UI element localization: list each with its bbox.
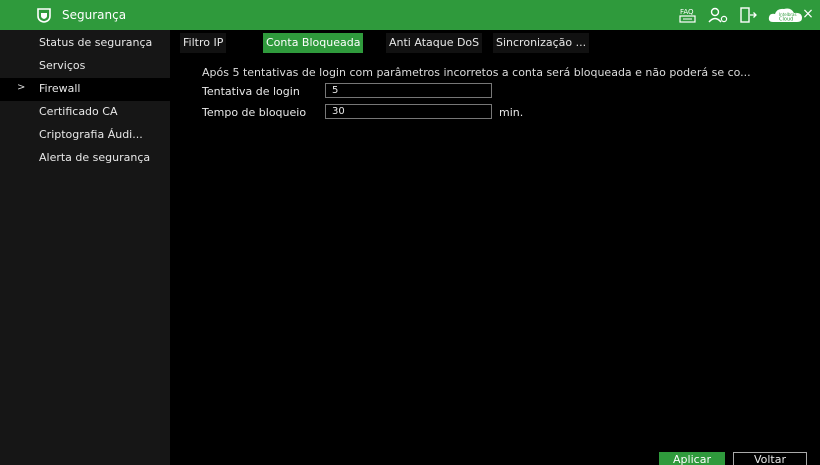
user-settings-icon[interactable]	[707, 6, 729, 24]
window-title: Segurança	[62, 8, 127, 22]
selected-marker: >	[17, 82, 26, 93]
faq-icon[interactable]: FAQ	[679, 6, 697, 24]
cloud-icon-text-bottom: Cloud	[779, 17, 793, 23]
login-attempts-label: Tentativa de login	[202, 85, 300, 98]
sidebar-item-criptografia-audio[interactable]: Criptografia Áudi...	[0, 124, 170, 147]
shield-icon	[37, 8, 51, 23]
sidebar-item-label: Alerta de segurança	[39, 151, 151, 164]
exit-icon[interactable]	[738, 6, 758, 24]
tab-sincronizacao[interactable]: Sincronização ...	[493, 33, 590, 53]
login-attempts-input[interactable]	[325, 83, 492, 98]
tab-conta-bloqueada[interactable]: Conta Bloqueada	[263, 33, 364, 53]
sidebar-item-label: Firewall	[39, 82, 81, 95]
sidebar: Status de segurança Serviços > Firewall …	[0, 30, 170, 465]
tab-anti-ataque-dos[interactable]: Anti Ataque DoS	[386, 33, 483, 53]
back-button[interactable]: Voltar	[733, 452, 807, 465]
lockout-notice: Após 5 tentativas de login com parâmetro…	[202, 66, 751, 79]
sidebar-item-alerta-de-seguranca[interactable]: Alerta de segurança	[0, 147, 170, 170]
sidebar-item-label: Status de segurança	[39, 36, 153, 49]
title-bar: Segurança FAQ Intelbras Cloud ×	[0, 0, 820, 30]
sidebar-item-servicos[interactable]: Serviços	[0, 55, 170, 78]
apply-button[interactable]: Aplicar	[659, 452, 725, 465]
lock-time-unit: min.	[499, 106, 524, 119]
sidebar-item-status-de-seguranca[interactable]: Status de segurança	[0, 32, 170, 55]
faq-icon-text: FAQ	[680, 8, 694, 16]
sidebar-item-certificado-ca[interactable]: Certificado CA	[0, 101, 170, 124]
lock-time-label: Tempo de bloqueio	[202, 106, 307, 119]
sidebar-item-firewall[interactable]: > Firewall	[0, 78, 170, 101]
sidebar-item-label: Serviços	[39, 59, 86, 72]
sidebar-item-label: Certificado CA	[39, 105, 118, 118]
sidebar-item-label: Criptografia Áudi...	[39, 128, 143, 141]
tab-filtro-ip[interactable]: Filtro IP	[180, 33, 227, 53]
lock-time-input[interactable]	[325, 104, 492, 119]
close-icon[interactable]: ×	[800, 5, 816, 23]
